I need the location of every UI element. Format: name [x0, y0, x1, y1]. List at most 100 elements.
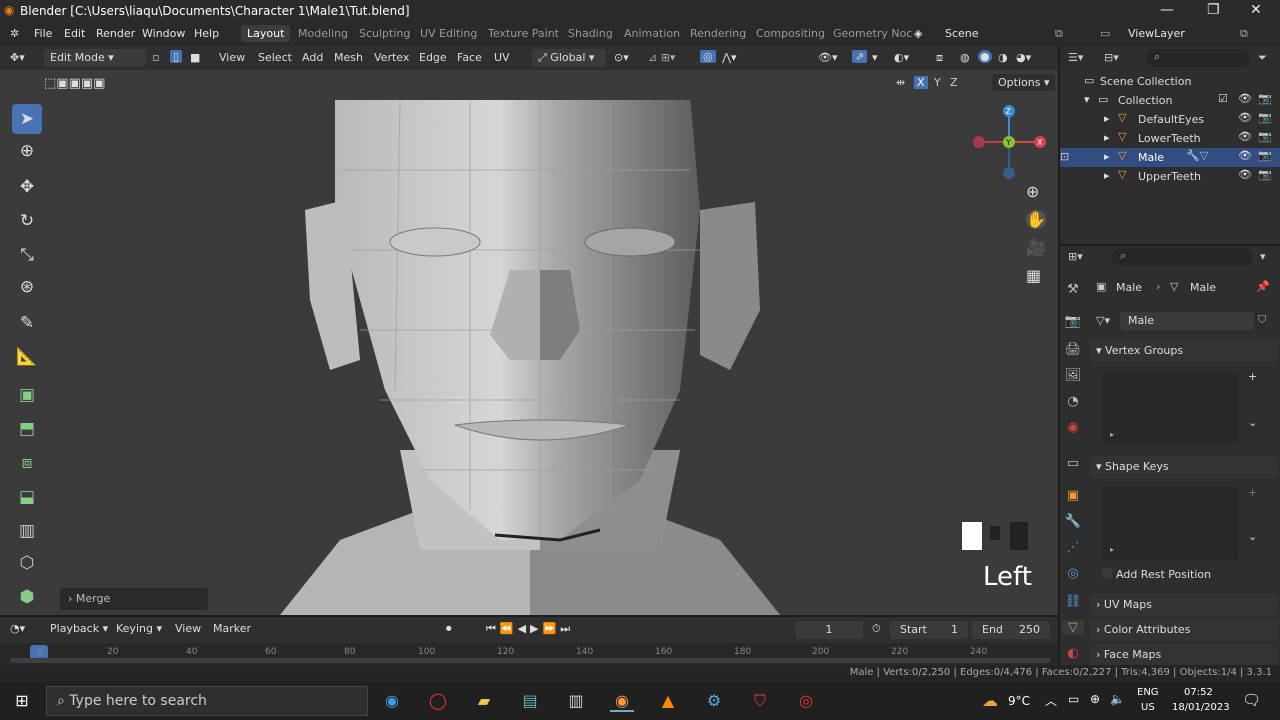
outliner-item[interactable]: ▸ ▽ LowerTeeth 👁 📷	[1060, 129, 1280, 148]
mirror-z-toggle[interactable]: Z	[950, 76, 958, 89]
tab-layout[interactable]: Layout	[241, 25, 291, 42]
list-expand-icon[interactable]: ▸	[1110, 430, 1114, 439]
head-mesh-model[interactable]	[0, 70, 1058, 615]
navigation-gizmo[interactable]: Z X Y	[968, 102, 1048, 182]
falloff-icon[interactable]: ⋀▾	[722, 51, 737, 64]
language-bottom[interactable]: US	[1141, 702, 1155, 713]
stopwatch-icon[interactable]: ⏱	[872, 622, 881, 636]
material-shading-icon[interactable]: ◑	[998, 51, 1008, 64]
move-tool-icon[interactable]: ✥	[12, 172, 42, 202]
playback-controls[interactable]: ⏮⏪◀▶⏩⏭	[486, 622, 574, 636]
tab-uv-editing[interactable]: UV Editing	[420, 27, 477, 40]
new-scene-icon[interactable]: ⧉	[1055, 27, 1063, 41]
outliner-scene-collection[interactable]: ▭ Scene Collection	[1060, 72, 1280, 91]
eye-icon[interactable]: 👁	[1238, 111, 1252, 124]
expand-arrow-icon[interactable]: ▸	[1104, 150, 1110, 163]
tab-sculpting[interactable]: Sculpting	[359, 27, 410, 40]
menu-select[interactable]: Select	[258, 51, 292, 64]
new-view-layer-icon[interactable]: ⧉	[1240, 27, 1248, 41]
view-layer-selector[interactable]: ViewLayer	[1128, 27, 1185, 40]
fake-user-icon[interactable]: ⛉	[1258, 313, 1266, 327]
scene-tab-icon[interactable]: ◔	[1062, 394, 1084, 409]
playback-menu[interactable]: Playback ▾	[50, 622, 108, 635]
properties-editor-icon[interactable]: ⊞▾	[1068, 250, 1083, 263]
checkbox-icon[interactable]: ☑	[1218, 92, 1228, 105]
constraints-tab-icon[interactable]: ⛓	[1062, 594, 1084, 609]
pin-icon[interactable]: 📌	[1256, 280, 1270, 293]
list-expand-icon[interactable]: ▸	[1110, 545, 1114, 554]
app-icon-2[interactable]: ▥	[564, 690, 588, 712]
menu-file[interactable]: File	[34, 27, 52, 40]
mirror-icon[interactable]: ⇹	[896, 76, 905, 89]
vertex-groups-list[interactable]	[1102, 372, 1238, 444]
keying-menu[interactable]: Keying ▾	[116, 622, 162, 635]
particles-tab-icon[interactable]: ⋰	[1062, 540, 1084, 555]
tab-animation[interactable]: Animation	[624, 27, 680, 40]
render-tab-icon[interactable]: 📷	[1062, 314, 1084, 329]
menu-help[interactable]: Help	[194, 27, 219, 40]
tray-chevron-icon[interactable]: ︿	[1045, 692, 1057, 709]
shape-key-specials-icon[interactable]: ⌄	[1248, 530, 1257, 543]
proportional-edit-icon[interactable]: ◎	[700, 50, 716, 63]
annotate-tool-icon[interactable]: ✎	[12, 308, 42, 338]
camera-icon[interactable]: 📷	[1258, 149, 1272, 162]
opera-browser-icon[interactable]: ◯	[426, 690, 450, 712]
camera-icon[interactable]: 🎥	[1026, 238, 1046, 257]
blender-menu-icon[interactable]: ✲	[10, 27, 19, 40]
tab-texture-paint[interactable]: Texture Paint	[488, 27, 559, 40]
globe-icon[interactable]: ⊕	[1090, 692, 1100, 706]
color-attributes-panel[interactable]: › Color Attributes	[1090, 619, 1278, 641]
language-top[interactable]: ENG	[1137, 687, 1159, 698]
xray-icon[interactable]: ⧈	[936, 51, 943, 65]
view-layer-tab-icon[interactable]: 🖼	[1062, 368, 1084, 383]
end-frame-field[interactable]: End 250	[972, 621, 1050, 639]
wireframe-shading-icon[interactable]: ◍	[960, 51, 970, 64]
camera-icon[interactable]: 📷	[1258, 168, 1272, 181]
minimize-button[interactable]: —	[1160, 2, 1174, 18]
shape-keys-list[interactable]	[1102, 486, 1238, 560]
maximize-button[interactable]: ❐	[1207, 2, 1220, 18]
vertex-select-icon[interactable]: ▫	[152, 51, 159, 64]
tab-modeling[interactable]: Modeling	[298, 27, 348, 40]
volume-icon[interactable]: 🔈	[1110, 692, 1125, 706]
outliner-collection[interactable]: ▾ ▭ Collection ☑ 👁 📷	[1060, 91, 1280, 110]
modifier-icon[interactable]: 🔧▽	[1186, 149, 1208, 162]
modifier-tab-icon[interactable]: 🔧	[1062, 514, 1084, 529]
data-tab-icon[interactable]: ▽	[1062, 620, 1084, 635]
pivot-icon[interactable]: ⊙▾	[614, 51, 629, 64]
outliner-item-selected[interactable]: ⊡ ▸ ▽ Male 🔧▽ 👁 📷	[1060, 148, 1280, 167]
outliner-item[interactable]: ▸ ▽ UpperTeeth 👁 📷	[1060, 167, 1280, 186]
taskbar-search-input[interactable]: ⌕ Type here to search	[46, 686, 368, 716]
menu-add[interactable]: Add	[302, 51, 323, 64]
collection-tab-icon[interactable]: ▭	[1062, 456, 1084, 471]
world-tab-icon[interactable]: ◉	[1062, 420, 1084, 435]
menu-mesh[interactable]: Mesh	[334, 51, 363, 64]
measure-tool-icon[interactable]: 📐	[12, 342, 42, 372]
options-dropdown[interactable]: Options ▾	[992, 74, 1056, 91]
camera-icon[interactable]: 📷	[1258, 130, 1272, 143]
file-explorer-icon[interactable]: ▰	[472, 690, 496, 712]
properties-search-input[interactable]: ⌕	[1112, 248, 1252, 266]
windows-start-icon[interactable]: ⊞	[10, 690, 34, 712]
menu-vertex[interactable]: Vertex	[374, 51, 409, 64]
3d-viewport[interactable]: ⬚▣▣▣▣ Z X Y ⇹ X Y Z Options ▾ ⊕ ✋ 🎥 ▦ Le…	[0, 70, 1058, 615]
object-tab-icon[interactable]: ▣	[1062, 488, 1084, 503]
camera-icon[interactable]: 📷	[1258, 92, 1272, 105]
mirror-y-toggle[interactable]: Y	[934, 76, 941, 89]
menu-edge[interactable]: Edge	[419, 51, 447, 64]
solid-shading-icon[interactable]: ●	[978, 50, 992, 63]
current-frame-field[interactable]: 1	[795, 621, 863, 639]
eye-icon[interactable]: 👁	[1238, 130, 1252, 143]
overlay-icon[interactable]: ◐▾	[894, 51, 909, 64]
tool-tab-icon[interactable]: ⚒	[1062, 282, 1084, 297]
vertex-group-specials-icon[interactable]: ⌄	[1248, 416, 1257, 429]
editor-type-icon[interactable]: ✥▾	[10, 51, 25, 64]
edge-browser-icon[interactable]: ◉	[380, 690, 404, 712]
loop-cut-tool-icon[interactable]: ▥	[12, 516, 42, 546]
record-icon[interactable]: ⏺	[446, 622, 452, 636]
display-mode-icon[interactable]: ⊟▾	[1104, 51, 1119, 64]
eye-icon[interactable]: 👁	[1238, 168, 1252, 181]
filter-icon[interactable]: ⏷	[1258, 51, 1267, 65]
timeline-editor-icon[interactable]: ◔▾	[10, 622, 25, 635]
timeline-ruler[interactable]: 0 20 40 60 80 100 120 140 160 180 200 22…	[0, 643, 1058, 665]
